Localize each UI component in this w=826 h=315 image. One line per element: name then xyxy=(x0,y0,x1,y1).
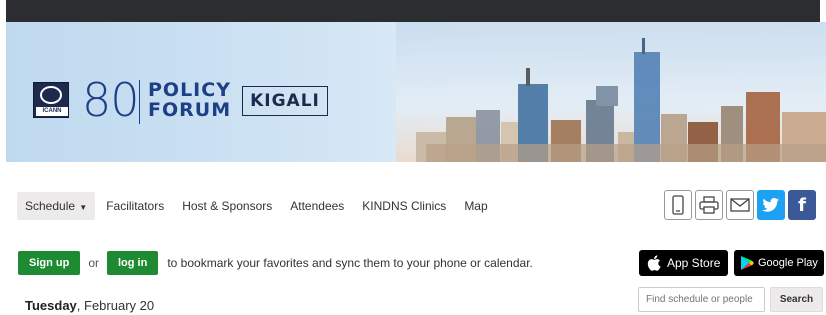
policy-forum-line2: FORUM xyxy=(148,99,232,121)
event-banner: ICANN 80 POLICY FORUM KIGALI xyxy=(6,22,826,162)
app-store-label: App Store xyxy=(667,256,721,270)
facebook-icon[interactable]: f xyxy=(788,190,816,220)
nav-item-facilitators[interactable]: Facilitators xyxy=(97,192,173,220)
google-play-button[interactable]: Google Play xyxy=(734,250,824,276)
nav-item-kindns-clinics[interactable]: KINDNS Clinics xyxy=(353,192,455,220)
signup-row: Sign up or log in to bookmark your favor… xyxy=(18,251,533,275)
bookmark-hint: to bookmark your favorites and sync them… xyxy=(167,256,533,270)
icann-logo-icon: ICANN xyxy=(33,82,69,118)
nav-item-attendees[interactable]: Attendees xyxy=(281,192,353,220)
twitter-icon[interactable] xyxy=(757,190,785,220)
caret-down-icon: ▼ xyxy=(77,203,88,212)
signup-button[interactable]: Sign up xyxy=(18,251,81,275)
main-nav: Schedule ▼ Facilitators Host & Sponsors … xyxy=(17,192,497,220)
date-weekday: Tuesday xyxy=(25,298,77,313)
meeting-number: 80 xyxy=(82,73,140,127)
nav-item-label: Schedule xyxy=(25,199,76,213)
date-rest: , February 20 xyxy=(76,298,155,313)
policy-forum-label: POLICY FORUM xyxy=(148,80,231,120)
google-play-label: Google Play xyxy=(758,257,818,269)
top-bar xyxy=(6,0,820,22)
facebook-glyph: f xyxy=(798,194,806,216)
apple-icon xyxy=(647,255,661,271)
login-button[interactable]: log in xyxy=(107,251,159,275)
nav-item-host-sponsors[interactable]: Host & Sponsors xyxy=(173,192,281,220)
or-text: or xyxy=(88,256,99,270)
mobile-icon[interactable] xyxy=(664,190,692,220)
nav-item-schedule[interactable]: Schedule ▼ xyxy=(17,192,96,220)
search-input[interactable] xyxy=(638,287,765,312)
share-toolbar: f xyxy=(664,190,816,220)
google-play-icon xyxy=(741,256,754,270)
email-icon[interactable] xyxy=(726,190,754,220)
nav-item-map[interactable]: Map xyxy=(455,192,496,220)
city-label: KIGALI xyxy=(242,86,328,116)
app-store-button[interactable]: App Store xyxy=(639,250,728,276)
search-button[interactable]: Search xyxy=(770,287,823,312)
schedule-date-heading: Tuesday, February 20 xyxy=(25,298,154,313)
print-icon[interactable] xyxy=(695,190,723,220)
icann-logo-text: ICANN xyxy=(36,107,68,116)
policy-forum-line1: POLICY xyxy=(148,79,231,101)
logo-divider xyxy=(139,80,140,124)
